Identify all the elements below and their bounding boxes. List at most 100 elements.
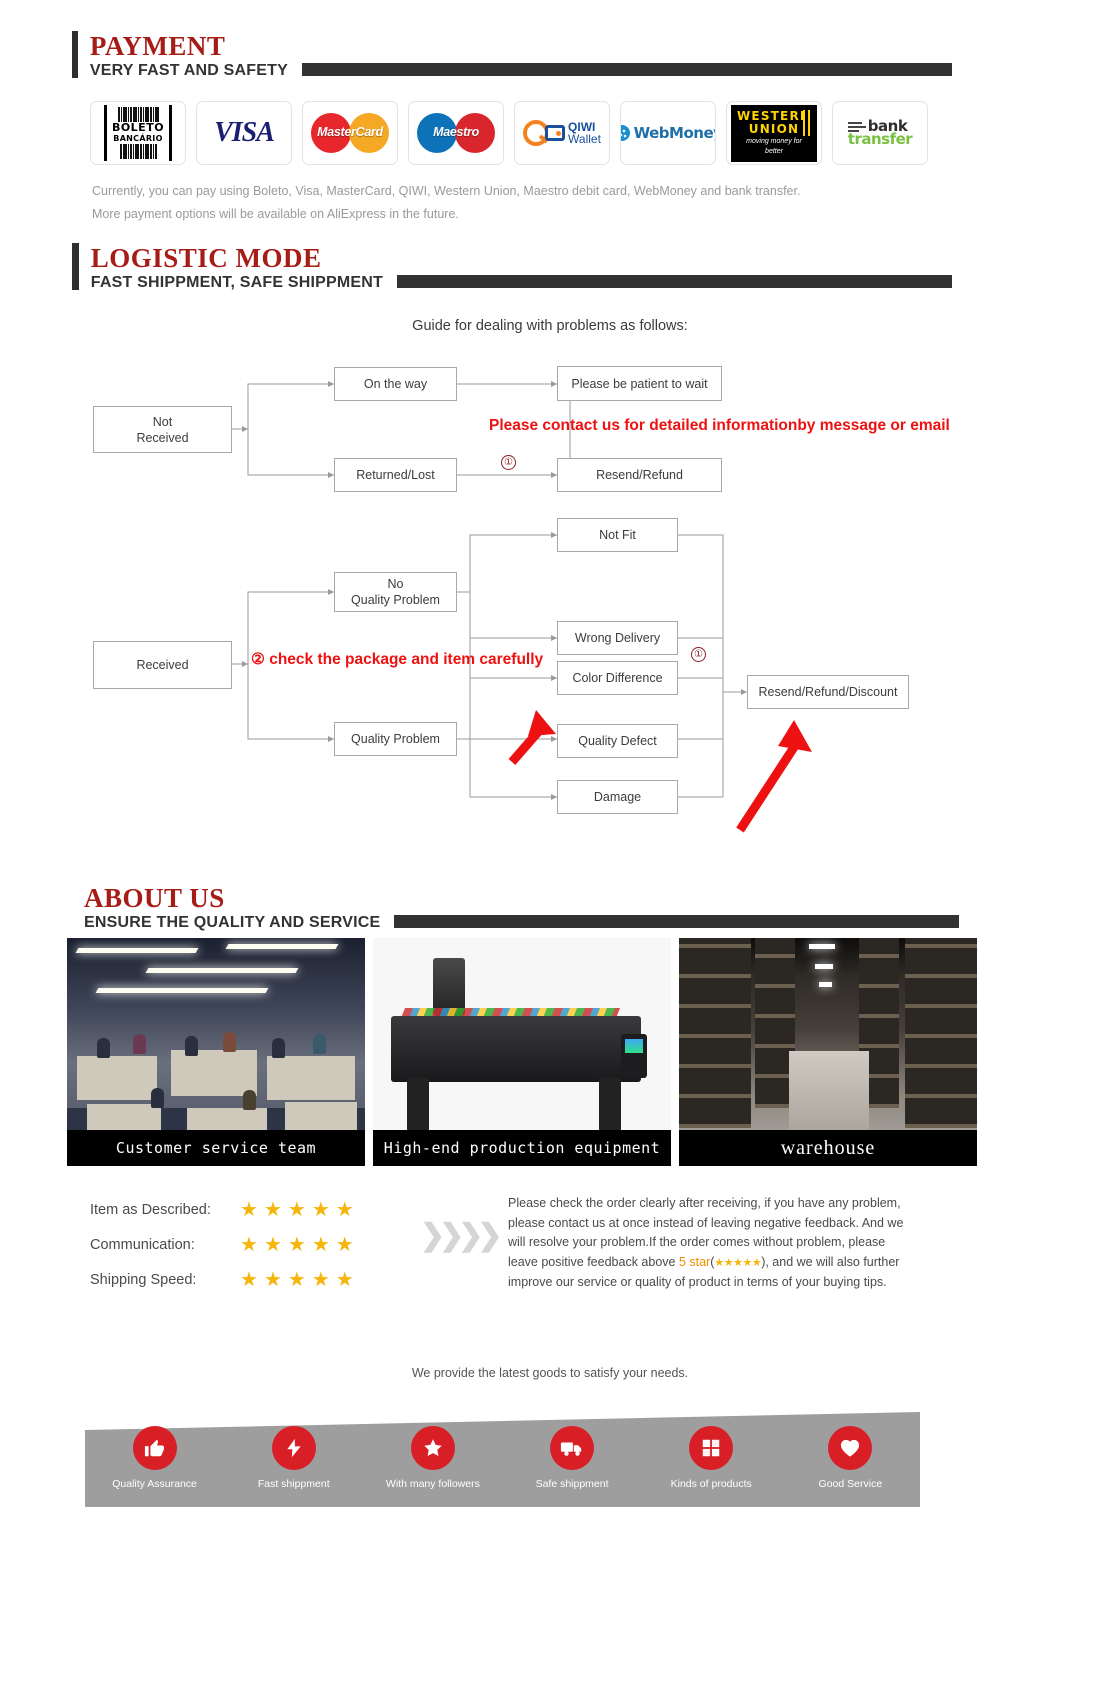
feature-safe-shipment: Safe shippment (513, 1426, 631, 1490)
feature-kinds-of-products: Kinds of products (652, 1426, 770, 1490)
heading-rule (397, 275, 952, 288)
feature-fast-shipment: Fast shippment (235, 1426, 353, 1490)
photo-caption-3: warehouse (679, 1130, 977, 1166)
flow-note-check-package: ② check the package and item carefully (251, 651, 544, 668)
logistic-title: LOGISTIC MODE (90, 243, 322, 273)
wu-tagline: moving money for better (746, 137, 802, 155)
payment-logo-webmoney: WebMoney (620, 101, 716, 165)
payment-logo-qiwi: QIWI Wallet (514, 101, 610, 165)
about-title: ABOUT US (84, 883, 225, 913)
photo-customer-service-team: Customer service team (67, 938, 365, 1166)
boleto-line1: BOLETO (111, 121, 165, 134)
feature-label-5: Kinds of products (670, 1478, 752, 1490)
puzzle-icon (689, 1426, 734, 1470)
payment-methods-row: BOLETO BANCÁRIO VISA MasterCard Maestro … (90, 101, 928, 165)
flow-marker-one-top: ① (501, 455, 516, 470)
feature-label-3: With many followers (385, 1478, 480, 1490)
feature-highlights-bar: Quality Assurance Fast shippment With ma… (85, 1412, 920, 1507)
feature-quality-assurance: Quality Assurance (96, 1426, 214, 1490)
flow-box-please-wait: Please be patient to wait (557, 366, 722, 401)
flow-box-damage: Damage (557, 780, 678, 814)
rating-row-item-as-described: Item as Described: ★ ★ ★ ★ ★ (90, 1192, 354, 1227)
payment-section-heading: PAYMENT VERY FAST AND SAFETY (72, 30, 952, 79)
barcode-icon-bottom (112, 144, 164, 159)
seller-ratings: Item as Described: ★ ★ ★ ★ ★ Communication: … (90, 1192, 503, 1297)
printer-body (391, 1016, 641, 1082)
rating-label-1: Item as Described: (90, 1201, 211, 1218)
rating-stars-1: ★ ★ ★ ★ ★ (240, 1198, 354, 1221)
feedback-inline-stars: ★★★★★ (714, 1256, 762, 1269)
payment-logo-boleto: BOLETO BANCÁRIO (90, 101, 186, 165)
payment-note-line1: Currently, you can pay using Boleto, Vis… (92, 184, 801, 198)
payment-logo-visa: VISA (196, 101, 292, 165)
webmoney-wordmark: WebMoney (633, 124, 716, 142)
flow-note-contact: Please contact us for detailed informati… (489, 417, 950, 434)
feature-label-4: Safe shippment (535, 1478, 609, 1490)
wallet-icon (545, 125, 566, 141)
chevrons-icon: ❯❯❯❯ (420, 1219, 503, 1252)
payment-note-line2: More payment options will be available o… (92, 207, 459, 221)
wu-line2: UNION (748, 121, 800, 136)
payment-subtitle: VERY FAST AND SAFETY (89, 62, 288, 79)
flow-box-returned-lost: Returned/Lost (334, 458, 457, 492)
feature-label-1: Quality Assurance (112, 1478, 197, 1490)
heart-icon (828, 1426, 873, 1470)
logistic-section-heading: LOGISTIC MODE FAST SHIPPMENT, SAFE SHIPP… (72, 242, 952, 291)
transfer-word: transfer (847, 130, 913, 148)
visa-wordmark: VISA (214, 117, 275, 148)
mastercard-wordmark: MasterCard (317, 125, 383, 139)
barcode-icon (112, 107, 164, 122)
globe-icon (621, 125, 630, 141)
qiwi-line2: Wallet (568, 132, 601, 146)
feature-good-service: Good Service (791, 1426, 909, 1490)
flow-box-not-fit: Not Fit (557, 518, 678, 552)
heading-accent-bar (72, 243, 79, 290)
logistic-subtitle: FAST SHIPPMENT, SAFE SHIPPMENT (90, 274, 383, 291)
flow-box-received: Received (93, 641, 232, 689)
rating-stars-3: ★ ★ ★ ★ ★ (240, 1268, 354, 1291)
rating-label-3: Shipping Speed: (90, 1271, 197, 1288)
feature-label-2: Fast shippment (257, 1478, 330, 1490)
photo-caption-2: High-end production equipment (373, 1130, 671, 1166)
heading-accent-bar (72, 31, 78, 78)
heading-rule (302, 63, 952, 76)
flowchart-connectors (232, 381, 812, 833)
photo-warehouse: warehouse (679, 938, 977, 1166)
payment-note: Currently, you can pay using Boleto, Vis… (92, 180, 800, 226)
flow-box-color-difference: Color Difference (557, 661, 678, 695)
photo-production-equipment: High-end production equipment (373, 938, 671, 1166)
about-section-heading: ABOUT US ENSURE THE QUALITY AND SERVICE (72, 882, 960, 931)
star-icon (410, 1426, 455, 1470)
printer-control-panel (621, 1034, 647, 1078)
page-tagline: We provide the latest goods to satisfy y… (411, 1366, 689, 1380)
payment-logo-western-union: WESTERN UNION moving money for better (726, 101, 822, 165)
payment-logo-mastercard: MasterCard (302, 101, 398, 165)
feedback-highlight: 5 star (678, 1254, 711, 1269)
flow-box-quality-defect: Quality Defect (557, 724, 678, 758)
feature-label-6: Good Service (818, 1478, 883, 1490)
payment-logo-bank-transfer: bank transfer (832, 101, 928, 165)
flow-box-resend-refund: Resend/Refund (557, 458, 722, 492)
rating-label-2: Communication: (90, 1236, 195, 1253)
rating-row-communication: Communication: ★ ★ ★ ★ ★ (90, 1227, 354, 1262)
payment-title: PAYMENT (89, 31, 226, 61)
truck-icon (550, 1426, 595, 1470)
flow-box-no-quality-problem: No Quality Problem (334, 572, 457, 612)
flow-box-wrong-delivery: Wrong Delivery (557, 621, 678, 655)
boleto-line2: BANCÁRIO (113, 134, 163, 143)
flow-box-quality-problem: Quality Problem (334, 722, 457, 756)
maestro-wordmark: Maestro (433, 125, 479, 139)
flow-box-on-the-way: On the way (334, 367, 457, 401)
lightning-bolt-icon (271, 1426, 316, 1470)
flow-box-not-received: Not Received (93, 406, 232, 453)
flow-box-resend-refund-discount: Resend/Refund/Discount (747, 675, 909, 709)
about-photo-gallery: Customer service team High-end productio… (67, 938, 977, 1166)
product-description-page: PAYMENT VERY FAST AND SAFETY BOLETO BANC… (0, 0, 1100, 1700)
photo-caption-1: Customer service team (67, 1130, 365, 1166)
flow-marker-one-bottom: ① (691, 647, 706, 662)
payment-logo-maestro: Maestro (408, 101, 504, 165)
rating-row-shipping-speed: Shipping Speed: ★ ★ ★ ★ ★ (90, 1262, 354, 1297)
about-subtitle: ENSURE THE QUALITY AND SERVICE (84, 914, 381, 931)
feature-many-followers: With many followers (374, 1426, 492, 1490)
feedback-note: Please check the order clearly after rec… (508, 1196, 904, 1289)
